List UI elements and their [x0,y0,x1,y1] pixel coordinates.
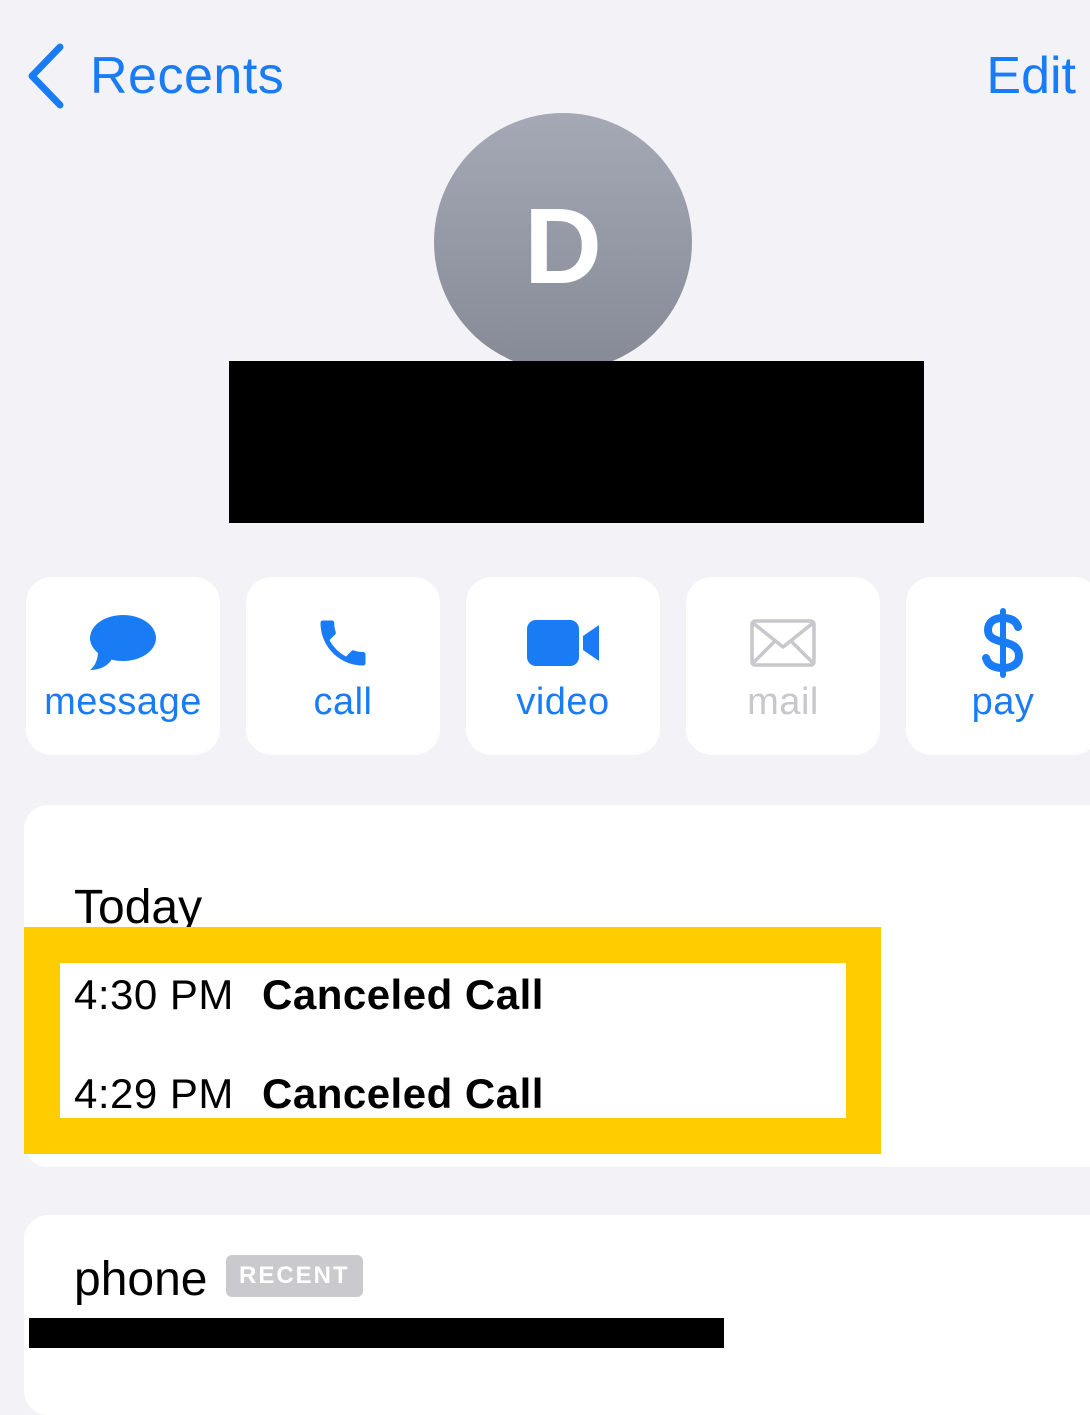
call-history-row: 4:29 PM Canceled Call [74,1066,544,1122]
call-status: Canceled Call [262,971,544,1018]
back-button[interactable]: Recents [26,40,284,112]
envelope-icon [686,607,880,679]
message-button[interactable]: message [26,577,220,755]
call-time: 4:29 PM [74,1070,234,1117]
video-button[interactable]: video [466,577,660,755]
mail-button-label: mail [747,681,819,723]
call-button-label: call [313,681,373,723]
message-button-label: message [44,681,202,723]
contact-name-redaction [229,361,924,523]
video-camera-icon [466,607,660,679]
pay-button-label: pay [971,681,1035,723]
phone-label: phone [74,1253,208,1306]
chevron-left-icon [26,43,66,109]
message-bubble-icon [26,607,220,679]
mail-button[interactable]: mail [686,577,880,755]
avatar: D [434,113,692,371]
video-button-label: video [516,681,610,723]
phone-icon [246,607,440,679]
phone-card[interactable] [24,1215,1090,1415]
edit-button[interactable]: Edit [986,40,1076,112]
recent-badge: RECENT [226,1255,363,1297]
back-button-label: Recents [90,47,285,105]
quick-actions: message call video mail pay [0,577,1090,755]
pay-button[interactable]: pay [906,577,1090,755]
avatar-initial: D [524,184,602,306]
phone-number-redaction [29,1318,724,1348]
call-button[interactable]: call [246,577,440,755]
call-status: Canceled Call [262,1070,544,1117]
call-history-row: 4:30 PM Canceled Call [74,967,544,1023]
call-time: 4:30 PM [74,971,234,1018]
dollar-icon [906,607,1090,679]
